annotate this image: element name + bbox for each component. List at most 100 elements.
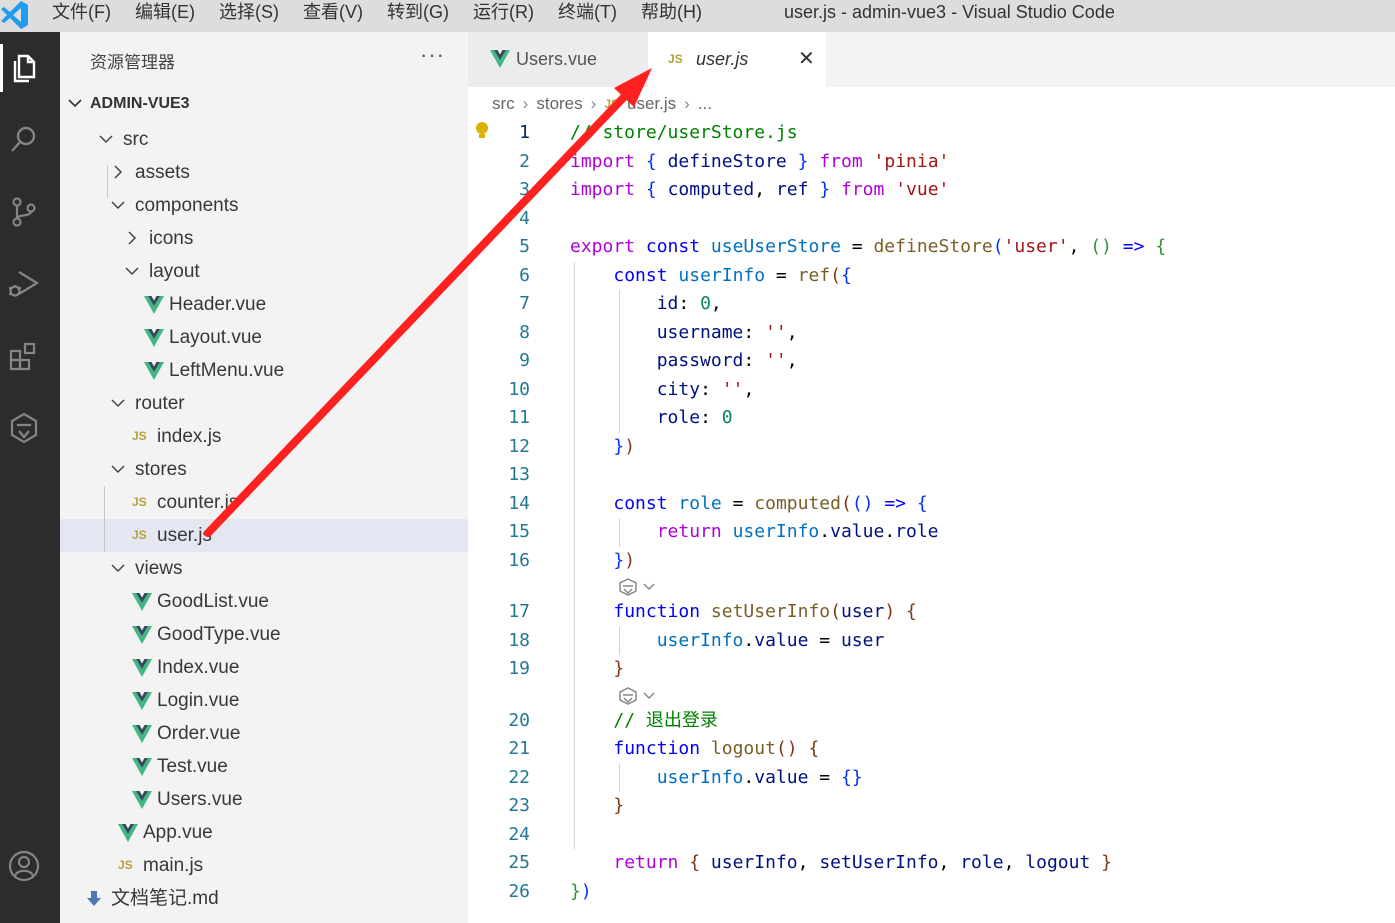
workspace-root[interactable]: ADMIN-VUE3 bbox=[60, 87, 468, 121]
indent-guide bbox=[619, 763, 620, 792]
menu-view[interactable]: 查看(V) bbox=[303, 0, 363, 24]
line-number: 25 bbox=[508, 852, 530, 873]
tree-item[interactable]: stores bbox=[60, 453, 468, 486]
vue-icon bbox=[118, 824, 138, 842]
account-icon bbox=[8, 850, 40, 882]
code-line[interactable]: 5 export const useUserStore = defineStore… bbox=[468, 233, 1395, 262]
search-button[interactable] bbox=[0, 116, 48, 164]
code-token: password bbox=[656, 350, 744, 371]
code-line[interactable]: 23 } bbox=[468, 792, 1395, 821]
code-line[interactable]: 14 const role = computed(() => { bbox=[468, 490, 1395, 519]
code-line[interactable]: 9 password: '', bbox=[468, 347, 1395, 376]
tree-item[interactable]: JS counter.js bbox=[60, 486, 468, 519]
tree-item[interactable]: Order.vue bbox=[60, 717, 468, 750]
code-line[interactable]: 19 } bbox=[468, 655, 1395, 684]
breadcrumb-item[interactable]: src bbox=[492, 89, 515, 119]
code-line[interactable]: 3 import { computed, ref } from 'vue' bbox=[468, 176, 1395, 205]
tree-item[interactable]: GoodType.vue bbox=[60, 618, 468, 651]
tree-item[interactable]: Users.vue bbox=[60, 783, 468, 816]
close-icon[interactable]: ✕ bbox=[798, 32, 815, 87]
code-line[interactable]: 16 }) bbox=[468, 547, 1395, 576]
code-token: export bbox=[570, 236, 636, 257]
account-button[interactable] bbox=[0, 842, 48, 890]
tree-item[interactable]: src bbox=[60, 123, 468, 156]
tree-item[interactable]: Layout.vue bbox=[60, 321, 468, 354]
lightbulb-icon[interactable] bbox=[474, 121, 490, 143]
tab-user-js[interactable]: JS user.js ✕ bbox=[648, 32, 826, 87]
code-line[interactable]: 4 bbox=[468, 205, 1395, 234]
copilot-icon[interactable] bbox=[618, 686, 662, 706]
menu-selection[interactable]: 选择(S) bbox=[219, 0, 279, 24]
tree-item[interactable]: 文档笔记.md bbox=[60, 882, 468, 915]
tree-item[interactable]: GoodList.vue bbox=[60, 585, 468, 618]
tree-item-label: counter.js bbox=[157, 492, 239, 513]
code-line[interactable]: 1// store/userStore.js bbox=[468, 119, 1395, 148]
breadcrumb-item[interactable]: ... bbox=[698, 89, 712, 119]
code-line[interactable]: 13 bbox=[468, 461, 1395, 490]
code-line[interactable]: 2 import { defineStore } from 'pinia' bbox=[468, 148, 1395, 177]
breadcrumb-item[interactable]: user.js bbox=[627, 89, 676, 119]
menu-terminal[interactable]: 终端(T) bbox=[558, 0, 617, 24]
tree-item[interactable]: Test.vue bbox=[60, 750, 468, 783]
code-token: ( bbox=[830, 264, 841, 286]
tree-item[interactable]: assets bbox=[60, 156, 468, 189]
tree-item[interactable]: Login.vue bbox=[60, 684, 468, 717]
line-number: 18 bbox=[508, 629, 530, 651]
code-line[interactable]: 26}) bbox=[468, 878, 1395, 907]
code-token: ) bbox=[580, 880, 592, 902]
code-line[interactable]: 15 return userInfo.value.role bbox=[468, 518, 1395, 547]
menu-file[interactable]: 文件(F) bbox=[52, 0, 111, 24]
tree-item[interactable]: icons bbox=[60, 222, 468, 255]
code-token: } bbox=[1101, 852, 1112, 873]
code-line[interactable]: 12 }) bbox=[468, 433, 1395, 462]
tree-item[interactable]: LeftMenu.vue bbox=[60, 354, 468, 387]
tree-item[interactable]: JS index.js bbox=[60, 420, 468, 453]
breadcrumb-item[interactable]: stores bbox=[536, 89, 582, 119]
js-icon: JS bbox=[132, 429, 147, 443]
tree-item[interactable]: views bbox=[60, 552, 468, 585]
vue-icon bbox=[132, 626, 152, 644]
code-line[interactable]: 8 username: '', bbox=[468, 319, 1395, 348]
code-line[interactable]: 6 const userInfo = ref({ bbox=[468, 262, 1395, 291]
menu-run[interactable]: 运行(R) bbox=[473, 0, 534, 24]
code-line[interactable]: 21 function logout() { bbox=[468, 735, 1395, 764]
code-line[interactable]: 11 role: 0 bbox=[468, 404, 1395, 433]
code-line[interactable]: 10 city: '', bbox=[468, 376, 1395, 405]
chevron-down-icon bbox=[99, 135, 113, 144]
menu-edit[interactable]: 编辑(E) bbox=[135, 0, 195, 24]
tree-item-label: GoodList.vue bbox=[157, 591, 269, 612]
run-debug-button[interactable] bbox=[0, 260, 48, 308]
source-control-button[interactable] bbox=[0, 188, 48, 236]
tree-item[interactable]: router bbox=[60, 387, 468, 420]
tree-item[interactable]: components bbox=[60, 189, 468, 222]
tree-item[interactable]: JS main.js bbox=[60, 849, 468, 882]
tree-item[interactable]: Header.vue bbox=[60, 288, 468, 321]
extensions-button[interactable] bbox=[0, 332, 48, 380]
tree-item[interactable]: Index.vue bbox=[60, 651, 468, 684]
code-editor[interactable]: 1// store/userStore.js 2 import { defineSt… bbox=[468, 119, 1395, 906]
menu-help[interactable]: 帮助(H) bbox=[641, 0, 702, 24]
more-actions-button[interactable]: ··· bbox=[420, 42, 445, 68]
explorer-button[interactable] bbox=[0, 44, 48, 92]
code-line[interactable]: 22 userInfo.value = {} bbox=[468, 764, 1395, 793]
run-debug-icon bbox=[9, 271, 40, 297]
codelens-row bbox=[468, 575, 1395, 598]
code-line[interactable]: 24 bbox=[468, 821, 1395, 850]
tab-users-vue[interactable]: Users.vue bbox=[468, 32, 648, 87]
code-line[interactable]: 20 // 退出登录 bbox=[468, 707, 1395, 736]
tree-item[interactable]: layout bbox=[60, 255, 468, 288]
code-token: function bbox=[613, 738, 701, 759]
tree-item[interactable]: App.vue bbox=[60, 816, 468, 849]
code-line[interactable]: 25 return { userInfo, setUserInfo, role,… bbox=[468, 849, 1395, 878]
menu-go[interactable]: 转到(G) bbox=[387, 0, 449, 24]
code-line[interactable]: 17 function setUserInfo(user) { bbox=[468, 598, 1395, 627]
copilot-icon[interactable] bbox=[618, 577, 662, 597]
copilot-button[interactable] bbox=[0, 404, 48, 452]
code-line[interactable]: 18 userInfo.value = user bbox=[468, 627, 1395, 656]
indent-guide bbox=[574, 261, 575, 849]
code-line[interactable]: 7 id: 0, bbox=[468, 290, 1395, 319]
tree-item[interactable]: JS user.js bbox=[60, 519, 468, 552]
